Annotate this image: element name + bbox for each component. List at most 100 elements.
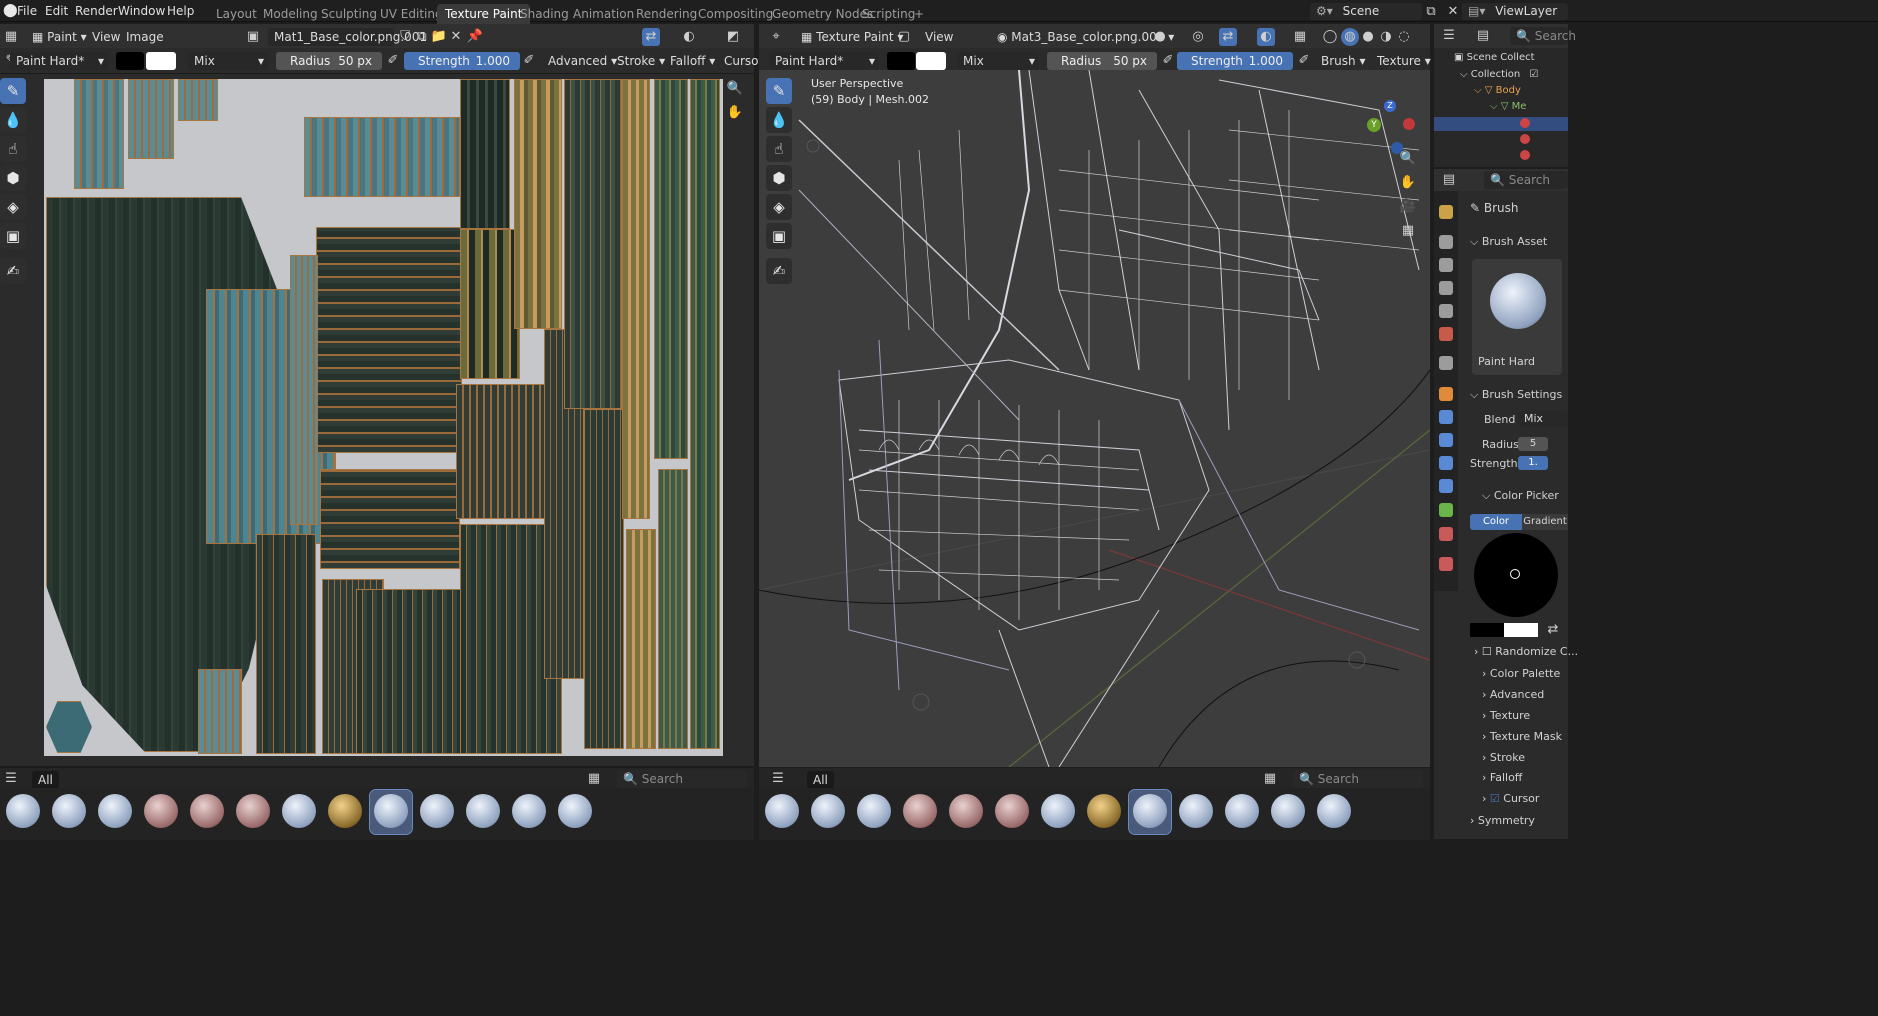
gizmo-x-axis[interactable]	[1403, 118, 1415, 130]
pan-hand-icon[interactable]: ✋	[1399, 174, 1417, 192]
erase-hard-brush-icon[interactable]	[186, 790, 228, 834]
texture-tab-icon[interactable]	[1439, 557, 1453, 571]
asset-search-input[interactable]: 🔍 Search	[1293, 770, 1423, 788]
blend-mode-dropdown[interactable]: Mix ▾	[957, 52, 1039, 70]
radius-field[interactable]: Radius 50 px	[276, 52, 382, 70]
view-layer-selector[interactable]: ▤▾ ViewLayer	[1462, 3, 1568, 20]
swap-colors-icon[interactable]: ⇄	[1544, 621, 1562, 639]
image-browse-icon[interactable]: ▣	[244, 28, 262, 46]
blend-dropdown[interactable]: Mix	[1518, 411, 1568, 427]
menu-file[interactable]: File	[17, 4, 37, 18]
blend-brush-icon[interactable]	[554, 790, 596, 834]
data-tab-icon[interactable]	[1439, 503, 1453, 517]
constraints-tab-icon[interactable]	[1439, 479, 1453, 493]
draw-brush-icon[interactable]: ✎	[766, 78, 792, 104]
display-size-icon[interactable]: ▦	[1261, 770, 1279, 788]
add-workspace-button[interactable]: +	[906, 4, 932, 26]
soft-brush-icon[interactable]	[462, 790, 504, 834]
fill-brush-icon[interactable]	[1037, 790, 1079, 834]
color-cursor[interactable]	[1510, 569, 1520, 579]
brush-preview[interactable]: Paint Hard	[1472, 259, 1562, 375]
brush-asset-header[interactable]: ⌵ Brush Asset	[1470, 235, 1547, 249]
checkbox-icon[interactable]: ☑	[1529, 69, 1538, 80]
blur-icon[interactable]: 💧	[766, 107, 792, 133]
smear-brush-icon[interactable]	[853, 790, 895, 834]
gizmo-z-axis[interactable]: Z	[1384, 100, 1396, 112]
erase-hard-brush-icon[interactable]	[945, 790, 987, 834]
camera-view-icon[interactable]: 🎥	[1399, 198, 1417, 216]
object-tab-icon[interactable]	[1439, 387, 1453, 401]
hamburger-menu-icon[interactable]: ☰	[769, 770, 787, 788]
annotate-icon[interactable]: ✍	[766, 258, 792, 284]
primary-color-swatch[interactable]	[1470, 623, 1504, 637]
secondary-color-swatch[interactable]	[1504, 623, 1538, 637]
hamburger-menu-icon[interactable]: ☰	[2, 770, 20, 788]
display-channels-icon[interactable]: ◩	[724, 28, 742, 46]
material-row-selected[interactable]	[1434, 117, 1568, 131]
draw-brush-icon[interactable]: ✎	[0, 78, 26, 104]
brush-dropdown[interactable]: Brush ▾	[1315, 52, 1371, 70]
section-symmetry[interactable]: › Symmetry	[1470, 814, 1535, 827]
paint-hard-brush-icon[interactable]	[1128, 789, 1172, 835]
pan-hand-icon[interactable]: ✋	[726, 104, 744, 122]
strength-field[interactable]: 1.	[1518, 456, 1548, 470]
gizmo-y-axis[interactable]: Y	[1367, 118, 1381, 132]
scene-selector[interactable]: ⚙▾ Scene	[1310, 3, 1422, 20]
section-texture[interactable]: › Texture	[1482, 709, 1530, 722]
erase-soft-brush-icon[interactable]	[232, 790, 274, 834]
blender-logo-icon[interactable]: ⬤	[3, 3, 18, 18]
editor-type-icon[interactable]: ☰	[1440, 27, 1458, 45]
pressure-icon[interactable]: ✐	[384, 52, 402, 70]
slot-icon[interactable]: ▢	[895, 28, 913, 46]
color-wheel[interactable]	[1474, 533, 1558, 617]
sync-icon[interactable]: ⇄	[642, 28, 660, 46]
menu-render[interactable]: Render	[75, 4, 118, 18]
color-tab[interactable]: Color	[1470, 514, 1522, 530]
duplicate-image-icon[interactable]: ⧉	[413, 28, 431, 46]
smear-soft-brush-icon[interactable]	[1267, 790, 1309, 834]
section-advanced[interactable]: › Advanced	[1482, 688, 1544, 701]
filter-all-tab[interactable]: All	[32, 771, 59, 789]
solid-shading-icon[interactable]: ◍	[1341, 28, 1359, 46]
zoom-icon[interactable]: 🔍	[726, 80, 744, 98]
draw-brush-icon[interactable]	[1175, 790, 1217, 834]
scene-tab-icon[interactable]	[1439, 304, 1453, 318]
image-name-field[interactable]: Mat1_Base_color.png.001	[268, 28, 427, 46]
clone-icon[interactable]: ⬢	[766, 165, 792, 191]
menu-window[interactable]: Window	[118, 4, 165, 18]
strength-field[interactable]: Strength 1.000	[404, 52, 520, 70]
paint-hard-brush-icon[interactable]	[369, 789, 413, 835]
blur-brush-icon[interactable]	[807, 790, 849, 834]
pressure-icon[interactable]: ✐	[1159, 52, 1177, 70]
secondary-color-swatch[interactable]	[146, 52, 176, 70]
body-row[interactable]: ⌵ ▽ Body	[1474, 85, 1521, 96]
clone-icon[interactable]: ⬢	[0, 165, 26, 191]
outliner-search[interactable]: 🔍 Search	[1510, 27, 1576, 45]
texture-dropdown[interactable]: Texture ▾	[1371, 52, 1437, 70]
asset-search-input[interactable]: 🔍 Search	[617, 770, 747, 788]
strength-pressure-icon[interactable]: ✐	[520, 52, 538, 70]
properties-search[interactable]: 🔍 Search	[1484, 171, 1568, 189]
fill-icon[interactable]: ◈	[0, 194, 26, 220]
material-shading-icon[interactable]: ●	[1359, 28, 1377, 46]
menu-edit[interactable]: Edit	[45, 4, 68, 18]
material-tab-icon[interactable]	[1439, 527, 1453, 541]
3d-viewport[interactable]: User Perspective (59) Body | Mesh.002 Z …	[759, 70, 1430, 767]
soft-brush-icon[interactable]	[1221, 790, 1263, 834]
smear-brush-icon[interactable]	[94, 790, 136, 834]
collection-tab-icon[interactable]	[1439, 356, 1453, 370]
render-tab-icon[interactable]	[1439, 235, 1453, 249]
airbrush-brush-icon[interactable]	[2, 790, 44, 834]
brush-settings-header[interactable]: ⌵ Brush Settings	[1470, 388, 1562, 402]
fill-icon[interactable]: ◈	[766, 194, 792, 220]
checkbox-icon[interactable]: ☑	[1490, 792, 1500, 805]
overlay-toggle-icon[interactable]: ◐	[1257, 28, 1275, 46]
strength-field[interactable]: Strength 1.000	[1177, 52, 1293, 70]
airbrush-brush-icon[interactable]	[761, 790, 803, 834]
delete-scene-icon[interactable]: ✕	[1444, 3, 1462, 21]
new-scene-icon[interactable]: ⧉	[1422, 3, 1440, 21]
xray-icon[interactable]: ▦	[1291, 28, 1309, 46]
wireframe-shading-icon[interactable]: ◯	[1321, 28, 1339, 46]
falloff-dropdown[interactable]: Falloff ▾	[664, 52, 721, 70]
modifier-tab-icon[interactable]	[1439, 410, 1453, 424]
